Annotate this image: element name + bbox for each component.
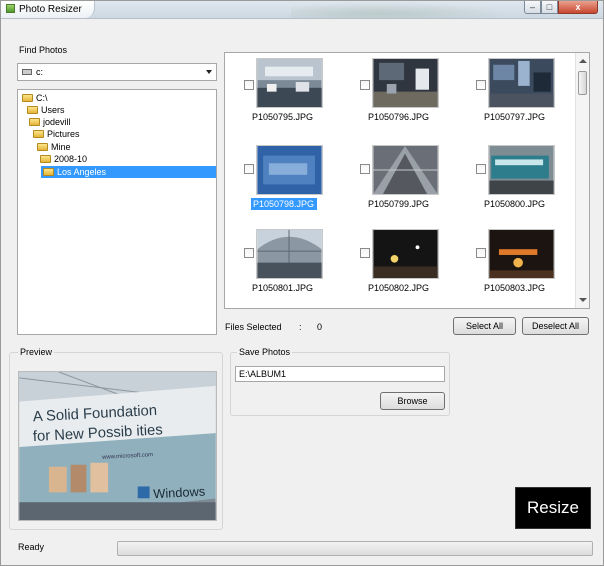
thumbnail-checkbox[interactable] bbox=[476, 80, 486, 90]
vertical-scrollbar[interactable] bbox=[575, 53, 589, 308]
save-path-input[interactable]: E:\ALBUM1 bbox=[235, 366, 445, 382]
thumbnail-item[interactable]: P1050803.JPG bbox=[457, 224, 573, 308]
select-all-button[interactable]: Select All bbox=[453, 317, 516, 335]
title-decoration bbox=[291, 2, 511, 18]
files-selected-count: 0 bbox=[317, 322, 323, 332]
thumbnail-filename: P1050803.JPG bbox=[484, 283, 546, 293]
thumbnail-image[interactable] bbox=[372, 229, 439, 279]
thumbnail-item[interactable]: P1050795.JPG bbox=[225, 53, 341, 137]
folder-icon bbox=[29, 118, 40, 126]
thumbnail-filename: P1050795.JPG bbox=[252, 112, 314, 122]
title-tab: Photo Resizer bbox=[1, 1, 95, 18]
thumbnail-image[interactable] bbox=[256, 145, 323, 195]
tree-item[interactable]: 2008-10 bbox=[40, 153, 87, 165]
browse-button[interactable]: Browse bbox=[380, 392, 445, 410]
thumbnail-item[interactable]: P1050801.JPG bbox=[225, 224, 341, 308]
thumbnail-item[interactable]: P1050798.JPG bbox=[225, 140, 341, 224]
preview-banner-brand: Windows bbox=[153, 484, 206, 502]
thumbnail-image[interactable] bbox=[256, 229, 323, 279]
tree-item[interactable]: Mine bbox=[37, 141, 71, 153]
maximize-button[interactable]: □ bbox=[541, 1, 558, 14]
folder-icon bbox=[37, 143, 48, 151]
tree-item[interactable]: Users bbox=[27, 104, 65, 116]
save-photos-label: Save Photos bbox=[237, 347, 293, 357]
minimize-button[interactable]: – bbox=[524, 1, 541, 14]
thumbnail-item[interactable]: P1050800.JPG bbox=[457, 140, 573, 224]
scroll-up-icon[interactable] bbox=[579, 59, 587, 63]
thumbnail-checkbox[interactable] bbox=[360, 80, 370, 90]
thumbnail-item[interactable]: P1050797.JPG bbox=[457, 53, 573, 137]
tree-item[interactable]: jodevill bbox=[29, 116, 71, 128]
scroll-down-icon[interactable] bbox=[579, 298, 587, 302]
thumbnail-filename: P1050797.JPG bbox=[484, 112, 546, 122]
folder-icon bbox=[33, 130, 44, 138]
thumbnail-filename: P1050802.JPG bbox=[368, 283, 430, 293]
thumbnail-image[interactable] bbox=[372, 58, 439, 108]
thumbnail-image[interactable] bbox=[488, 58, 555, 108]
progress-bar bbox=[117, 541, 593, 556]
thumbnail-checkbox[interactable] bbox=[476, 164, 486, 174]
folder-tree[interactable]: C:\ Users jodevill Pictures Mine 2008-10… bbox=[17, 89, 217, 335]
preview-image: A Solid Foundation for New Possib ities … bbox=[18, 371, 217, 521]
tree-item-selected[interactable]: Los Angeles bbox=[41, 166, 216, 178]
thumbnail-filename: P1050796.JPG bbox=[368, 112, 430, 122]
tree-item[interactable]: C:\ bbox=[22, 92, 48, 104]
tree-item[interactable]: Pictures bbox=[33, 128, 80, 140]
deselect-all-button[interactable]: Deselect All bbox=[522, 317, 589, 335]
thumbnail-checkbox[interactable] bbox=[244, 80, 254, 90]
thumbnail-filename-selected: P1050798.JPG bbox=[251, 198, 317, 210]
thumbnail-checkbox[interactable] bbox=[476, 248, 486, 258]
scroll-thumb[interactable] bbox=[578, 71, 587, 95]
drive-value: c: bbox=[36, 67, 44, 77]
thumbnail-item[interactable]: P1050796.JPG bbox=[341, 53, 457, 137]
thumbnail-grid[interactable]: P1050795.JPG P1050796.JPG P1050797.JPG P… bbox=[224, 52, 590, 309]
thumbnail-checkbox[interactable] bbox=[244, 164, 254, 174]
resize-button[interactable]: Resize bbox=[515, 487, 591, 529]
drive-icon bbox=[22, 69, 32, 75]
thumbnail-image[interactable] bbox=[372, 145, 439, 195]
preview-label: Preview bbox=[18, 347, 55, 357]
title-bar[interactable]: Photo Resizer – □ x bbox=[1, 1, 603, 19]
thumbnail-filename: P1050800.JPG bbox=[484, 199, 546, 209]
files-selected-label: Files Selected bbox=[225, 322, 282, 332]
photo-resizer-window: Photo Resizer – □ x Find Photos c: C:\ U… bbox=[0, 0, 604, 566]
window-title: Photo Resizer bbox=[19, 4, 82, 15]
thumbnail-image[interactable] bbox=[488, 145, 555, 195]
drive-select[interactable]: c: bbox=[17, 63, 217, 81]
folder-icon bbox=[27, 106, 38, 114]
thumbnail-filename: P1050799.JPG bbox=[368, 199, 430, 209]
close-button[interactable]: x bbox=[558, 1, 598, 14]
files-selected-separator: : bbox=[299, 322, 302, 332]
folder-icon bbox=[22, 94, 33, 102]
thumbnail-checkbox[interactable] bbox=[244, 248, 254, 258]
thumbnail-image[interactable] bbox=[488, 229, 555, 279]
thumbnail-image[interactable] bbox=[256, 58, 323, 108]
app-icon bbox=[6, 4, 15, 13]
status-text: Ready bbox=[18, 542, 45, 552]
thumbnail-checkbox[interactable] bbox=[360, 164, 370, 174]
chevron-down-icon[interactable] bbox=[206, 70, 212, 74]
folder-open-icon bbox=[43, 168, 54, 176]
folder-icon bbox=[40, 155, 51, 163]
find-photos-label: Find Photos bbox=[17, 45, 70, 55]
thumbnail-checkbox[interactable] bbox=[360, 248, 370, 258]
thumbnail-item[interactable]: P1050802.JPG bbox=[341, 224, 457, 308]
thumbnail-filename: P1050801.JPG bbox=[252, 283, 314, 293]
thumbnail-item[interactable]: P1050799.JPG bbox=[341, 140, 457, 224]
